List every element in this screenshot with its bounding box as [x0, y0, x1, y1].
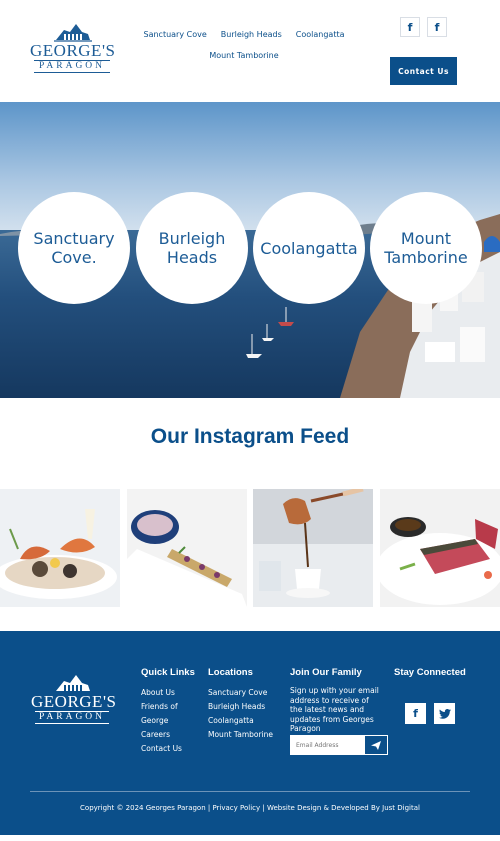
location-circle-sanctuary-cove[interactable]: Sanctuary Cove. [18, 192, 130, 304]
site-logo[interactable]: GEORGE'S PARAGON [30, 22, 116, 80]
location-circle-coolangatta[interactable]: Coolangatta [253, 192, 365, 304]
footer-link-coolangatta[interactable]: Coolangatta [208, 714, 273, 728]
instagram-photo-seared-tuna[interactable] [380, 489, 500, 607]
quick-links-heading: Quick Links [141, 667, 195, 678]
nav-link-mount-tamborine[interactable]: Mount Tamborine [209, 51, 278, 60]
join-family-description: Sign up with your email address to recei… [290, 686, 379, 733]
plated-dish-image [127, 489, 247, 607]
footer-join-family: Join Our Family Sign up with your email … [290, 667, 382, 734]
footer-quick-links: Quick Links About Us Friends of George C… [141, 667, 195, 756]
facebook-icon[interactable]: f [405, 703, 426, 724]
footer-link-about-us[interactable]: About Us [141, 686, 195, 700]
facebook-glyph: f [413, 707, 418, 720]
site-header: GEORGE'S PARAGON Sanctuary Cove Burleigh… [0, 0, 500, 102]
newsletter-form [290, 735, 388, 755]
location-label: Mount Tamborine [384, 229, 468, 267]
footer-stay-connected: Stay Connected [394, 667, 466, 686]
footer-social-links: f [405, 703, 455, 724]
facebook-icon[interactable]: f [400, 17, 420, 37]
instagram-feed [0, 489, 500, 607]
instagram-photo-plated-dish[interactable] [127, 489, 247, 607]
instagram-feed-title: Our Instagram Feed [150, 425, 350, 448]
seafood-platter-image [0, 489, 120, 607]
seared-tuna-image [380, 489, 500, 607]
footer-logo-name: GEORGE'S [31, 692, 117, 711]
instagram-photo-coffee-pour[interactable] [253, 489, 373, 607]
location-circle-burleigh-heads[interactable]: Burleigh Heads [136, 192, 248, 304]
nav-link-burleigh-heads[interactable]: Burleigh Heads [221, 30, 282, 39]
footer-link-sanctuary-cove[interactable]: Sanctuary Cove [208, 686, 273, 700]
copyright-text: Copyright © 2024 Georges Paragon | Priva… [80, 804, 420, 812]
nav-link-sanctuary-cove[interactable]: Sanctuary Cove [144, 30, 207, 39]
instagram-photo-seafood-platter[interactable] [0, 489, 120, 607]
newsletter-submit-button[interactable] [365, 736, 387, 754]
contact-us-button[interactable]: Contact Us [390, 57, 457, 85]
facebook-icon[interactable]: f [427, 17, 447, 37]
footer-link-mount-tamborine[interactable]: Mount Tamborine [208, 728, 273, 742]
send-icon [371, 740, 381, 750]
location-label: Sanctuary Cove. [33, 229, 115, 267]
logo-name: GEORGE'S [30, 41, 116, 60]
location-label: Burleigh Heads [158, 229, 226, 267]
footer-link-friends-of[interactable]: Friends of [141, 700, 195, 714]
location-label: Coolangatta [260, 238, 358, 258]
footer-divider [30, 791, 470, 792]
hero-banner: Sanctuary Cove. Burleigh Heads Coolangat… [0, 102, 500, 398]
building-logo-icon [54, 24, 92, 42]
main-nav: Sanctuary Cove Burleigh Heads Coolangatt… [136, 30, 352, 72]
footer-logo[interactable]: GEORGE'S PARAGON [31, 673, 117, 724]
footer-locations: Locations Sanctuary Cove Burleigh Heads … [208, 667, 273, 742]
footer-link-george[interactable]: George [141, 714, 195, 728]
footer-link-burleigh-heads[interactable]: Burleigh Heads [208, 700, 273, 714]
locations-heading: Locations [208, 667, 253, 678]
footer-link-careers[interactable]: Careers [141, 728, 195, 742]
stay-connected-heading: Stay Connected [394, 667, 466, 678]
footer-logo-subtitle: PARAGON [35, 711, 109, 724]
twitter-icon[interactable] [434, 703, 455, 724]
header-social-links: f f [400, 17, 447, 37]
coffee-pour-image [253, 489, 373, 607]
email-field[interactable] [291, 736, 365, 754]
facebook-glyph: f [407, 20, 413, 34]
location-circle-mount-tamborine[interactable]: Mount Tamborine [370, 192, 482, 304]
facebook-glyph: f [434, 20, 440, 34]
nav-link-coolangatta[interactable]: Coolangatta [296, 30, 345, 39]
join-family-heading: Join Our Family [290, 667, 362, 678]
building-logo-icon [56, 675, 90, 691]
footer-link-contact-us[interactable]: Contact Us [141, 742, 195, 756]
site-footer: GEORGE'S PARAGON Quick Links About Us Fr… [0, 631, 500, 835]
logo-subtitle: PARAGON [34, 60, 110, 73]
twitter-bird-icon [438, 708, 451, 719]
